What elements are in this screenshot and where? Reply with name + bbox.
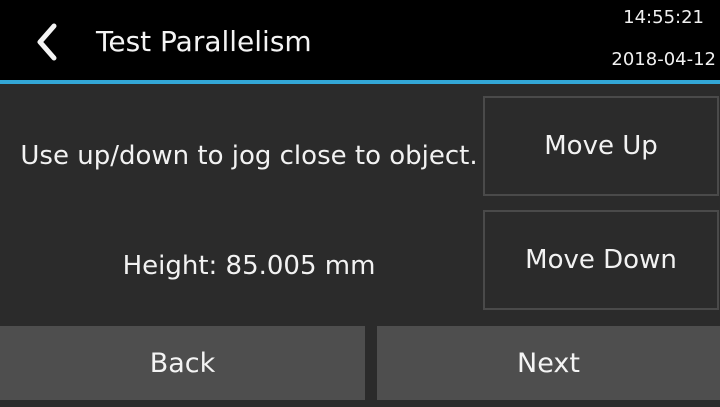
move-up-button[interactable]: Move Up: [483, 96, 719, 196]
height-readout: Height: 85.005 mm: [122, 251, 376, 281]
page-title: Test Parallelism: [96, 25, 312, 58]
header-accent-line: [0, 80, 720, 84]
next-button[interactable]: Next: [377, 326, 720, 400]
screen: Test Parallelism 14:55:21 2018-04-12 Use…: [0, 0, 720, 407]
instruction-text: Use up/down to jog close to object.: [20, 141, 478, 171]
clock: 14:55:21 2018-04-12: [576, 6, 716, 72]
clock-date: 2018-04-12: [611, 49, 716, 70]
move-down-button[interactable]: Move Down: [483, 210, 719, 310]
back-button[interactable]: Back: [0, 326, 365, 400]
clock-time: 14:55:21: [623, 7, 704, 28]
chevron-left-icon[interactable]: [28, 20, 68, 64]
header-bar: Test Parallelism 14:55:21 2018-04-12: [0, 0, 720, 80]
